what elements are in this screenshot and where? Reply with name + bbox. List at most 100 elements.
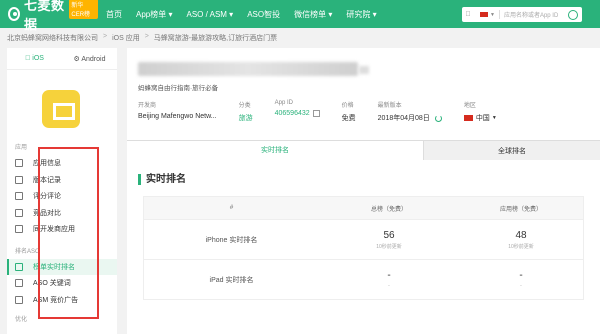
- sidebar-item-asm-ads[interactable]: ASM 竞价广告: [7, 292, 117, 309]
- category-link[interactable]: 旅游: [239, 113, 253, 123]
- rank-tabs: 实时排名 全球排名: [127, 140, 600, 160]
- sidebar-item-same-developer[interactable]: 同开发商应用: [7, 221, 117, 238]
- sidebar:  iOS ⚙ Android 应用 应用信息 版本记录 评分评论 竞品对比 同…: [7, 48, 117, 334]
- rank-cell: 48 10秒前更新: [459, 230, 583, 250]
- info-category: 分类 旅游: [239, 100, 253, 123]
- update-time: -: [388, 283, 390, 289]
- info-label: 地区: [463, 103, 476, 109]
- logo-text: 七麦数据: [24, 0, 65, 32]
- app-title-blurred: [138, 62, 358, 76]
- logo-badge: 新华CER榜: [69, 0, 99, 19]
- sidebar-item-aso-keywords[interactable]: ASO 关键词: [7, 275, 117, 292]
- sidebar-item-ratings-reviews[interactable]: 评分评论: [7, 188, 117, 205]
- rank-cell: - -: [459, 270, 583, 289]
- rank-value: 48: [515, 229, 527, 241]
- grid-icon: [15, 225, 23, 234]
- info-price: 价格 免费: [342, 100, 356, 123]
- document-icon: [15, 175, 23, 184]
- apple-icon[interactable]: : [462, 11, 474, 18]
- rank-value: -: [387, 270, 391, 281]
- info-label: 开发商: [138, 103, 157, 109]
- refresh-icon[interactable]: [434, 114, 442, 122]
- app-info-row: 开发商 Beijing Mafengwo Netw... 分类 旅游 App I…: [138, 100, 519, 123]
- price-value: 免费: [341, 115, 356, 122]
- nav-app-rankings[interactable]: App榜单 ▾: [136, 9, 172, 20]
- version-date: 2018年04月08日: [377, 115, 430, 122]
- info-label: 最新版本: [377, 103, 402, 109]
- app-subtitle: 蚂蜂窝自由行指南·旅行必备: [138, 85, 219, 92]
- info-label: App ID: [274, 100, 293, 106]
- info-version: 最新版本 2018年04月08日: [378, 100, 442, 123]
- sidebar-item-label: 应用信息: [33, 160, 61, 168]
- search-icon[interactable]: [568, 9, 578, 20]
- sidebar-item-label: 竞品对比: [33, 209, 61, 217]
- sidebar-item-label: 同开发商应用: [33, 226, 75, 234]
- nav-research[interactable]: 研究院 ▾: [346, 9, 376, 20]
- qrcode-icon[interactable]: [312, 110, 320, 117]
- version-value: 2018年04月08日: [378, 113, 442, 123]
- region-select[interactable]: 中国 ▼: [463, 113, 497, 123]
- appid-text[interactable]: 406596432: [275, 110, 310, 117]
- breadcrumb-developer[interactable]: 北京蚂蜂窝网络科技有限公司: [7, 33, 98, 43]
- layers-icon: [15, 159, 23, 168]
- ad-icon: [15, 295, 23, 304]
- sidebar-item-label: 评分评论: [33, 193, 61, 201]
- breadcrumb-separator: >: [103, 33, 108, 40]
- breadcrumb-app: 马蜂窝旅游-最旅游攻略,订旅行酒店门票: [153, 35, 278, 42]
- rank-cell: - -: [319, 270, 459, 289]
- sidebar-item-app-info[interactable]: 应用信息: [7, 155, 117, 172]
- region-value: 中国: [475, 115, 490, 122]
- logo[interactable]: 七麦数据 新华CER榜: [8, 0, 99, 33]
- update-time: 10秒前更新: [508, 243, 534, 250]
- breadcrumb-ios-apps[interactable]: iOS 应用: [112, 33, 140, 43]
- comment-icon: [15, 192, 23, 201]
- nav-wechat-rankings[interactable]: 微信榜单 ▾: [294, 9, 332, 20]
- logo-icon: [8, 7, 21, 21]
- search-box[interactable]:  ▼ 应用名称或者App ID: [462, 7, 582, 22]
- china-flag-icon[interactable]: [480, 12, 488, 17]
- tab-global-rank[interactable]: 全球排名: [423, 140, 600, 160]
- compare-icon: [15, 208, 23, 217]
- info-developer: 开发商 Beijing Mafengwo Netw...: [138, 100, 217, 123]
- tab-android-label: Android: [81, 55, 106, 63]
- trophy-icon: [15, 262, 23, 271]
- sidebar-item-label: ASO 关键词: [33, 280, 71, 288]
- info-label: 价格: [341, 103, 354, 109]
- tab-ios-label: iOS: [28, 55, 44, 62]
- row-label: iPhone 实时排名: [205, 236, 258, 244]
- chevron-down-icon: ▼: [491, 115, 497, 121]
- rank-table: # 总榜（免费） 应用榜（免费） iPhone 实时排名 56 10秒前更新 4…: [143, 196, 584, 300]
- sidebar-item-competitor-compare[interactable]: 竞品对比: [7, 205, 117, 222]
- table-header: # 总榜（免费） 应用榜（免费）: [144, 197, 583, 219]
- info-appid: App ID 406596432: [275, 100, 320, 123]
- nav-aso-smart[interactable]: ASO智投: [247, 9, 280, 20]
- update-time: -: [520, 283, 522, 289]
- row-label: iPad 实时排名: [209, 276, 254, 284]
- sidebar-item-version-history[interactable]: 版本记录: [7, 172, 117, 189]
- column-header: 应用榜（免费）: [499, 206, 542, 213]
- top-navbar: 七麦数据 新华CER榜 首页 App榜单 ▾ ASO / ASM ▾ ASO智投…: [0, 0, 600, 32]
- rank-cell: 56 10秒前更新: [319, 230, 459, 250]
- info-label: 分类: [238, 103, 251, 109]
- nav-aso-asm[interactable]: ASO / ASM ▾: [186, 10, 233, 19]
- app-title-blurred-tail: [359, 66, 369, 74]
- sidebar-item-label: 版本记录: [33, 176, 61, 184]
- sidebar-item-realtime-rank[interactable]: 榜单实时排名: [7, 258, 117, 275]
- tab-ios[interactable]:  iOS: [7, 55, 62, 62]
- main-content: 蚂蜂窝自由行指南·旅行必备 开发商 Beijing Mafengwo Netw.…: [127, 48, 600, 334]
- nav-home[interactable]: 首页: [106, 9, 122, 20]
- china-flag-icon: [463, 115, 473, 121]
- app-icon: [42, 90, 80, 128]
- table-row: iPhone 实时排名 56 10秒前更新 48 10秒前更新: [144, 219, 583, 259]
- search-input[interactable]: 应用名称或者App ID: [498, 10, 568, 19]
- target-icon: [15, 279, 23, 288]
- table-row: iPad 实时排名 - - - -: [144, 259, 583, 299]
- appid-value[interactable]: 406596432: [275, 110, 320, 117]
- tab-realtime-rank[interactable]: 实时排名: [127, 140, 423, 160]
- developer-value[interactable]: Beijing Mafengwo Netw...: [138, 113, 217, 120]
- column-header: #: [229, 205, 234, 211]
- chevron-down-icon[interactable]: ▼: [490, 12, 495, 18]
- tab-android[interactable]: ⚙ Android: [62, 55, 117, 63]
- rank-value: 56: [383, 229, 395, 241]
- sidebar-section-rank: 排名ASO: [15, 248, 40, 255]
